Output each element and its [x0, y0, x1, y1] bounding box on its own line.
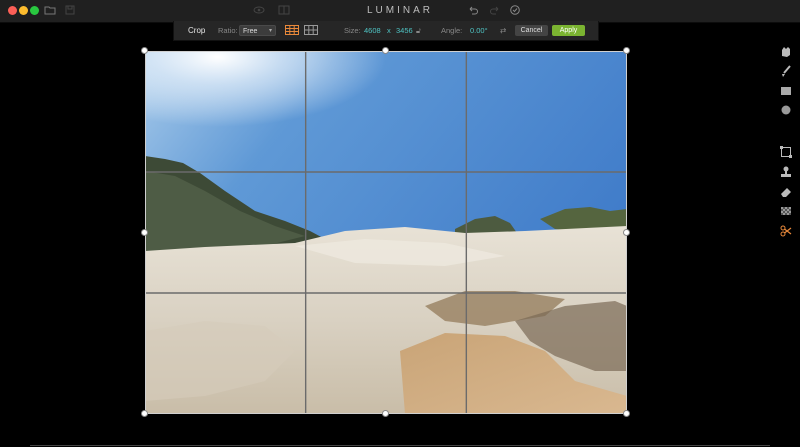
crop-handle-top[interactable] — [382, 47, 389, 54]
ratio-label: Ratio: — [218, 26, 238, 35]
crop-handle-bottom-right[interactable] — [623, 410, 630, 417]
crop-title: Crop — [188, 26, 206, 35]
hand-icon[interactable] — [778, 44, 794, 58]
size-label: Size: — [344, 26, 361, 35]
crop-icon[interactable] — [778, 145, 794, 159]
size-height-field[interactable]: 3456 — [396, 21, 413, 40]
rotate-icon[interactable]: ⇄ — [500, 21, 506, 40]
lock-icon[interactable]: 🔓︎ — [416, 21, 421, 40]
crop-handle-left[interactable] — [141, 229, 148, 236]
grid-fine-icon[interactable] — [304, 25, 318, 35]
history-icon[interactable] — [509, 4, 521, 16]
noise-icon[interactable] — [778, 204, 794, 218]
grid-thirds-icon[interactable] — [285, 25, 299, 35]
radial-icon[interactable] — [778, 103, 794, 117]
crop-canvas[interactable] — [141, 47, 630, 417]
crop-handle-top-right[interactable] — [623, 47, 630, 54]
eraser-icon[interactable] — [778, 185, 794, 199]
stamp-icon[interactable] — [778, 165, 794, 179]
size-width-field[interactable]: 4608 — [364, 21, 381, 40]
app-title: LUMINAR — [366, 5, 433, 16]
ratio-select[interactable]: Free ▾ — [239, 25, 276, 36]
angle-label: Angle: — [441, 26, 463, 35]
crop-handle-bottom[interactable] — [382, 410, 389, 417]
crop-handle-right[interactable] — [623, 229, 630, 236]
size-separator: x — [387, 26, 391, 35]
gradient-icon[interactable] — [778, 84, 794, 98]
angle-field[interactable]: 0.00° — [470, 21, 488, 40]
ratio-value: Free — [243, 28, 258, 35]
chevron-down-icon: ▾ — [268, 28, 272, 34]
crop-handle-top-left[interactable] — [141, 47, 148, 54]
crop-handle-bottom-left[interactable] — [141, 410, 148, 417]
undo-icon[interactable] — [467, 4, 479, 16]
photo-image — [145, 51, 627, 414]
redo-icon[interactable] — [489, 4, 501, 16]
apply-button[interactable]: Apply — [552, 25, 585, 36]
brush-icon[interactable] — [778, 64, 794, 78]
scissors-icon[interactable] — [778, 224, 794, 238]
cancel-button[interactable]: Cancel — [515, 25, 548, 36]
bottom-divider — [30, 445, 770, 446]
crop-toolbar: Crop Ratio: Free ▾ Size: 4608 x 3456 🔓︎ … — [173, 21, 599, 41]
title-bar: LUMINAR — [0, 0, 800, 23]
